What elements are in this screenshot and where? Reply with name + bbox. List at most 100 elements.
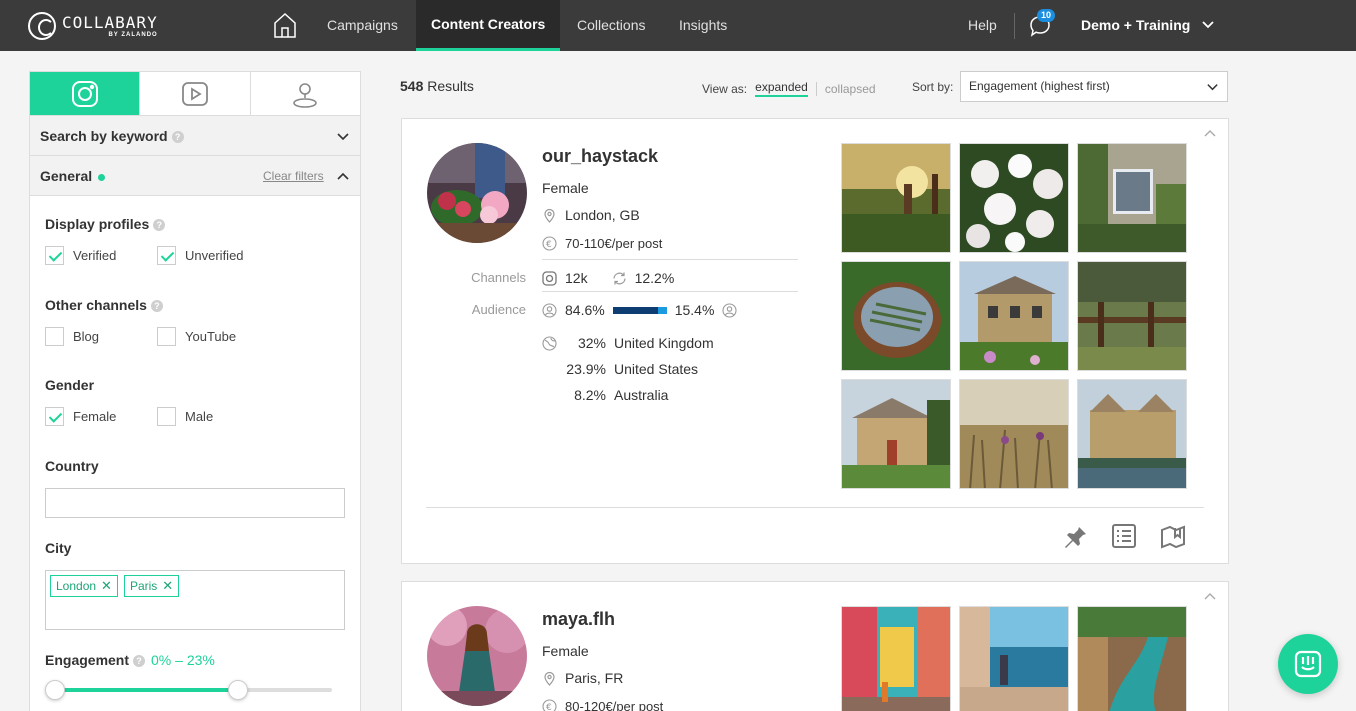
post-thumbnail[interactable] [959, 606, 1069, 711]
help-icon[interactable]: ? [150, 300, 163, 313]
location-text: London, GB [565, 207, 640, 223]
help-icon[interactable]: ? [153, 219, 166, 232]
checkbox[interactable] [157, 327, 176, 346]
checkbox-blog[interactable]: Blog [45, 327, 157, 346]
tag-label: Paris [129, 579, 158, 593]
sort-dropdown[interactable]: Engagement (highest first) [960, 71, 1228, 102]
results-number: 548 [400, 78, 424, 94]
chevron-down-icon[interactable] [1206, 80, 1219, 93]
post-thumbnail-grid [841, 143, 1187, 489]
nav-content-creators[interactable]: Content Creators [416, 0, 561, 51]
instagram-icon [71, 80, 98, 107]
remove-tag-icon[interactable]: ✕ [101, 578, 112, 594]
checkbox[interactable] [45, 246, 64, 265]
country-input[interactable] [45, 488, 345, 518]
checkbox-verified[interactable]: Verified [45, 246, 157, 265]
pin-icon[interactable] [1062, 523, 1088, 549]
nav-insights[interactable]: Insights [664, 0, 742, 51]
post-thumbnail[interactable] [959, 143, 1069, 253]
tab-instagram[interactable] [30, 72, 141, 115]
post-thumbnail[interactable] [841, 143, 951, 253]
divider [542, 291, 798, 292]
help-link[interactable]: Help [968, 0, 997, 51]
checkbox-female[interactable]: Female [45, 407, 157, 426]
creator-price: € 70-110€/per post [542, 236, 662, 251]
chevron-down-icon[interactable] [1201, 18, 1215, 32]
display-profiles-label: Display profiles? [45, 216, 166, 232]
engagement-slider[interactable] [45, 680, 332, 700]
city-tag: Paris ✕ [123, 575, 180, 597]
checkbox[interactable] [157, 246, 176, 265]
checkbox-youtube[interactable]: YouTube [157, 327, 269, 346]
country-pct: 32% [577, 335, 606, 351]
top-navbar: COLLABARY BY ZALANDO Campaigns Content C… [0, 0, 1356, 51]
post-thumbnail[interactable] [1077, 606, 1187, 711]
help-icon[interactable]: ? [133, 655, 146, 668]
creator-username[interactable]: our_haystack [542, 146, 658, 167]
nav-collections[interactable]: Collections [562, 0, 660, 51]
view-expanded-button[interactable]: expanded [755, 80, 808, 97]
slider-handle-min[interactable] [45, 680, 65, 700]
chevron-down-icon[interactable] [336, 129, 350, 143]
country-name: United States [614, 361, 699, 377]
collapse-card-icon[interactable] [1204, 129, 1216, 139]
post-thumbnail[interactable] [1077, 261, 1187, 371]
checkbox[interactable] [157, 407, 176, 426]
post-thumbnail[interactable] [959, 261, 1069, 371]
search-by-keyword-section[interactable]: Search by keyword? [30, 116, 360, 156]
collapse-card-icon[interactable] [1204, 592, 1216, 602]
creator-price: € 80-120€/per post [542, 699, 663, 711]
checkbox-label: Male [185, 409, 214, 424]
logo-subtext: BY ZALANDO [108, 31, 158, 38]
nav-campaigns[interactable]: Campaigns [311, 0, 414, 51]
engagement-refresh-icon [612, 272, 626, 284]
avatar[interactable] [427, 606, 527, 706]
gender-options: Female Male [45, 407, 269, 426]
youtube-icon [182, 81, 208, 106]
creator-username[interactable]: maya.flh [542, 609, 615, 630]
home-icon[interactable] [273, 12, 297, 38]
logo-text: COLLABARY [62, 12, 158, 32]
audience-male-pct: 15.4% [674, 302, 715, 318]
post-thumbnail[interactable] [841, 379, 951, 489]
chat-icon [1294, 650, 1322, 678]
gender-label: Gender [45, 377, 95, 393]
chat-launcher-button[interactable] [1278, 634, 1338, 694]
post-thumbnail[interactable] [1077, 379, 1187, 489]
account-menu[interactable]: Demo + Training [1081, 0, 1190, 51]
help-icon[interactable]: ? [171, 131, 184, 144]
post-thumbnail[interactable] [1077, 143, 1187, 253]
audience-gender-bar [612, 306, 667, 314]
slider-handle-max[interactable] [227, 680, 248, 700]
post-thumbnail[interactable] [841, 261, 951, 371]
avatar[interactable] [427, 143, 527, 243]
euro-icon: € [542, 236, 557, 251]
collabary-logo[interactable]: COLLABARY BY ZALANDO [28, 10, 158, 42]
other-channels-options: Blog YouTube [45, 327, 269, 346]
clear-filters-link[interactable]: Clear filters [263, 156, 324, 196]
checkbox-unverified[interactable]: Unverified [157, 246, 269, 265]
list-icon[interactable] [1111, 523, 1137, 549]
post-thumbnail[interactable] [959, 379, 1069, 489]
remove-tag-icon[interactable]: ✕ [162, 578, 173, 594]
audience-gender-split: 84.6% 15.4% [542, 302, 745, 318]
audience-female-pct: 84.6% [565, 302, 605, 318]
country-pct: 8.2% [574, 387, 606, 403]
results-label: Results [427, 78, 474, 94]
city-tag-input[interactable]: London ✕ Paris ✕ [45, 570, 345, 630]
general-section[interactable]: General Clear filters [30, 156, 360, 196]
section-title: General [40, 168, 93, 184]
checkbox[interactable] [45, 407, 64, 426]
tab-user-location[interactable] [251, 72, 360, 115]
label-text: Other channels [45, 297, 147, 313]
post-thumbnail[interactable] [841, 606, 951, 711]
add-to-collection-icon[interactable] [1160, 523, 1186, 549]
country-name: Australia [614, 387, 669, 403]
divider [542, 259, 798, 260]
audience-country: 23.9% United States [542, 361, 698, 377]
tab-youtube[interactable] [140, 72, 251, 115]
chevron-up-icon[interactable] [336, 169, 350, 183]
view-collapsed-button[interactable]: collapsed [825, 82, 876, 96]
checkbox[interactable] [45, 327, 64, 346]
checkbox-male[interactable]: Male [157, 407, 269, 426]
